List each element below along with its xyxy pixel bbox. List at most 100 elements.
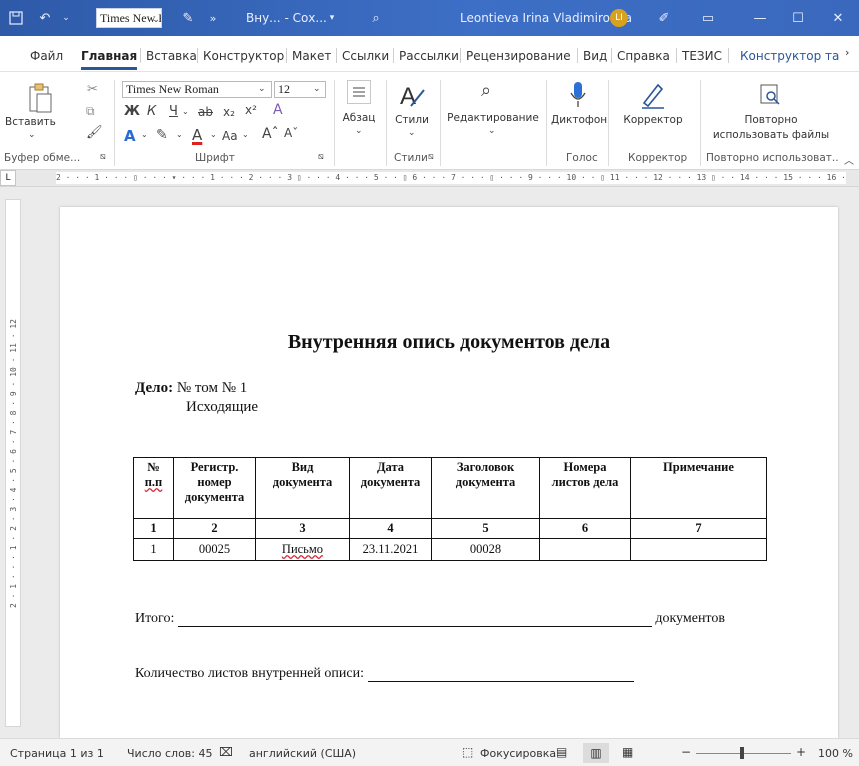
- tab-home[interactable]: Главная: [81, 49, 138, 70]
- tab-review[interactable]: Рецензирование: [466, 49, 571, 63]
- horizontal-ruler[interactable]: L 2 · · · 1 · · · ▯ · · · ▾ · · · 1 · · …: [0, 170, 859, 187]
- page-counter[interactable]: Страница 1 из 1: [10, 747, 104, 760]
- tab-mailings[interactable]: Рассылки: [399, 49, 459, 63]
- table-cell[interactable]: 00028: [431, 538, 540, 561]
- shrink-font-icon[interactable]: Aˇ: [284, 126, 298, 140]
- reuse-files-icon[interactable]: [756, 82, 784, 108]
- language-indicator[interactable]: английский (США): [249, 747, 356, 760]
- styles-launcher-icon[interactable]: ⧅: [428, 152, 434, 162]
- table-cell[interactable]: 4: [349, 518, 432, 539]
- table-cell[interactable]: 6: [539, 518, 631, 539]
- save-icon[interactable]: [8, 10, 24, 26]
- bold-button[interactable]: Ж: [124, 104, 140, 119]
- table-cell[interactable]: 00025: [173, 538, 256, 561]
- tab-references[interactable]: Ссылки: [342, 49, 389, 63]
- more-commands-icon[interactable]: »: [205, 10, 221, 26]
- ribbon-display-icon[interactable]: ▭: [700, 10, 716, 26]
- table-cell[interactable]: 23.11.2021: [349, 538, 432, 561]
- print-layout-icon[interactable]: ▥: [583, 743, 609, 763]
- subscript-button[interactable]: x₂: [223, 105, 235, 119]
- table-cell[interactable]: Письмо: [255, 538, 350, 561]
- font-launcher-icon[interactable]: ⧅: [318, 152, 324, 162]
- highlight-dropdown-icon[interactable]: ⌄: [176, 130, 183, 139]
- paste-label[interactable]: Вставить: [5, 116, 56, 128]
- find-icon[interactable]: ⌕: [481, 80, 491, 101]
- collapse-ribbon-icon[interactable]: ︿: [844, 152, 854, 167]
- paste-dropdown-icon[interactable]: ⌄: [28, 130, 36, 140]
- focus-icon[interactable]: ⬚: [462, 745, 473, 759]
- zoom-in-button[interactable]: +: [796, 745, 806, 759]
- tab-insert[interactable]: Вставка: [146, 49, 197, 63]
- web-layout-icon[interactable]: ▦: [622, 745, 633, 759]
- superscript-button[interactable]: x²: [245, 103, 257, 117]
- inventory-table[interactable]: № п.п Регистр. номер документа Вид документа…: [133, 457, 767, 561]
- word-counter[interactable]: Число слов: 45: [127, 747, 213, 760]
- table-cell[interactable]: [539, 538, 631, 561]
- copy-icon[interactable]: ⧉: [86, 104, 95, 119]
- paste-icon[interactable]: [26, 82, 54, 114]
- reuse-files-label-2[interactable]: использовать файлы: [706, 129, 836, 141]
- strikethrough-button[interactable]: ab: [198, 105, 213, 119]
- text-effects-dropdown-icon[interactable]: ⌄: [141, 130, 148, 139]
- grow-font-icon[interactable]: Aˆ: [262, 126, 279, 142]
- tab-layout[interactable]: Макет: [292, 49, 331, 63]
- format-painter-brush-icon[interactable]: 🖌: [86, 125, 103, 140]
- editing-label[interactable]: Редактирование: [447, 112, 539, 124]
- tab-file[interactable]: Файл: [30, 49, 63, 63]
- undo-icon[interactable]: ↶: [37, 10, 53, 26]
- font-name-dropdown-icon[interactable]: ⌄: [258, 84, 266, 94]
- underline-button[interactable]: Ч: [169, 104, 178, 119]
- table-cell[interactable]: 7: [630, 518, 767, 539]
- styles-dropdown-icon[interactable]: ⌄: [408, 128, 416, 138]
- styles-label[interactable]: Стили: [391, 114, 433, 126]
- table-cell[interactable]: 5: [431, 518, 540, 539]
- table-cell[interactable]: 2: [173, 518, 256, 539]
- close-icon[interactable]: ✕: [830, 10, 846, 26]
- tabs-scroll-right-icon[interactable]: ›: [845, 46, 849, 59]
- zoom-level[interactable]: 100 %: [818, 747, 853, 760]
- highlight-icon[interactable]: ✎: [156, 127, 168, 143]
- avatar[interactable]: LI: [610, 9, 628, 27]
- user-name[interactable]: Leontieva Irina Vladimirovna: [460, 11, 632, 25]
- read-mode-icon[interactable]: ▤: [556, 745, 567, 759]
- dictation-label[interactable]: Диктофон: [551, 114, 607, 126]
- change-case-button[interactable]: Aa: [222, 129, 238, 143]
- table-cell[interactable]: 3: [255, 518, 350, 539]
- clear-formatting-icon[interactable]: A: [273, 102, 283, 118]
- text-effects-icon[interactable]: A: [124, 127, 136, 145]
- document-page[interactable]: Внутренняя опись документов дела Дело: №…: [60, 207, 838, 738]
- font-color-icon[interactable]: A: [192, 126, 202, 144]
- minimize-icon[interactable]: —: [752, 10, 768, 26]
- italic-button[interactable]: К: [147, 104, 156, 119]
- cut-icon[interactable]: ✂: [87, 82, 98, 97]
- underline-dropdown-icon[interactable]: ⌄: [182, 107, 189, 116]
- vertical-ruler[interactable]: 2 · 1 · · · 1 · 2 · 3 · 4 · 5 · 6 · 7 · …: [5, 199, 21, 727]
- tab-help[interactable]: Справка: [617, 49, 670, 63]
- zoom-slider-thumb[interactable]: [740, 747, 744, 759]
- tab-table-design[interactable]: Конструктор табл: [740, 49, 840, 63]
- font-color-dropdown-icon[interactable]: ⌄: [210, 130, 217, 139]
- paragraph-dropdown-icon[interactable]: ⌄: [355, 126, 363, 136]
- table-cell[interactable]: [630, 538, 767, 561]
- format-painter-icon[interactable]: ✎: [180, 10, 196, 26]
- undo-dropdown-icon[interactable]: ⌄: [58, 10, 74, 26]
- tab-tezis[interactable]: ТЕЗИС: [682, 49, 722, 63]
- title-dropdown-icon[interactable]: ▾: [324, 10, 340, 26]
- change-case-dropdown-icon[interactable]: ⌄: [242, 130, 249, 139]
- clipboard-launcher-icon[interactable]: ⧅: [100, 152, 106, 162]
- reuse-files-label-1[interactable]: Повторно: [710, 114, 832, 126]
- table-cell[interactable]: 1: [133, 518, 174, 539]
- paragraph-label[interactable]: Абзац: [339, 112, 379, 124]
- paragraph-icon[interactable]: [347, 80, 371, 104]
- microphone-icon[interactable]: [568, 80, 588, 110]
- table-cell[interactable]: 1: [133, 538, 174, 561]
- font-box-dropdown-icon[interactable]: ⌄: [148, 12, 164, 28]
- editing-dropdown-icon[interactable]: ⌄: [488, 126, 496, 136]
- editor-pen-icon[interactable]: [640, 80, 666, 110]
- editor-label[interactable]: Корректор: [622, 114, 684, 126]
- tab-view[interactable]: Вид: [583, 49, 607, 63]
- maximize-icon[interactable]: ☐: [790, 10, 806, 26]
- pen-icon[interactable]: ✐: [656, 10, 672, 26]
- font-size-dropdown-icon[interactable]: ⌄: [313, 84, 321, 94]
- search-icon[interactable]: ⌕: [368, 10, 384, 26]
